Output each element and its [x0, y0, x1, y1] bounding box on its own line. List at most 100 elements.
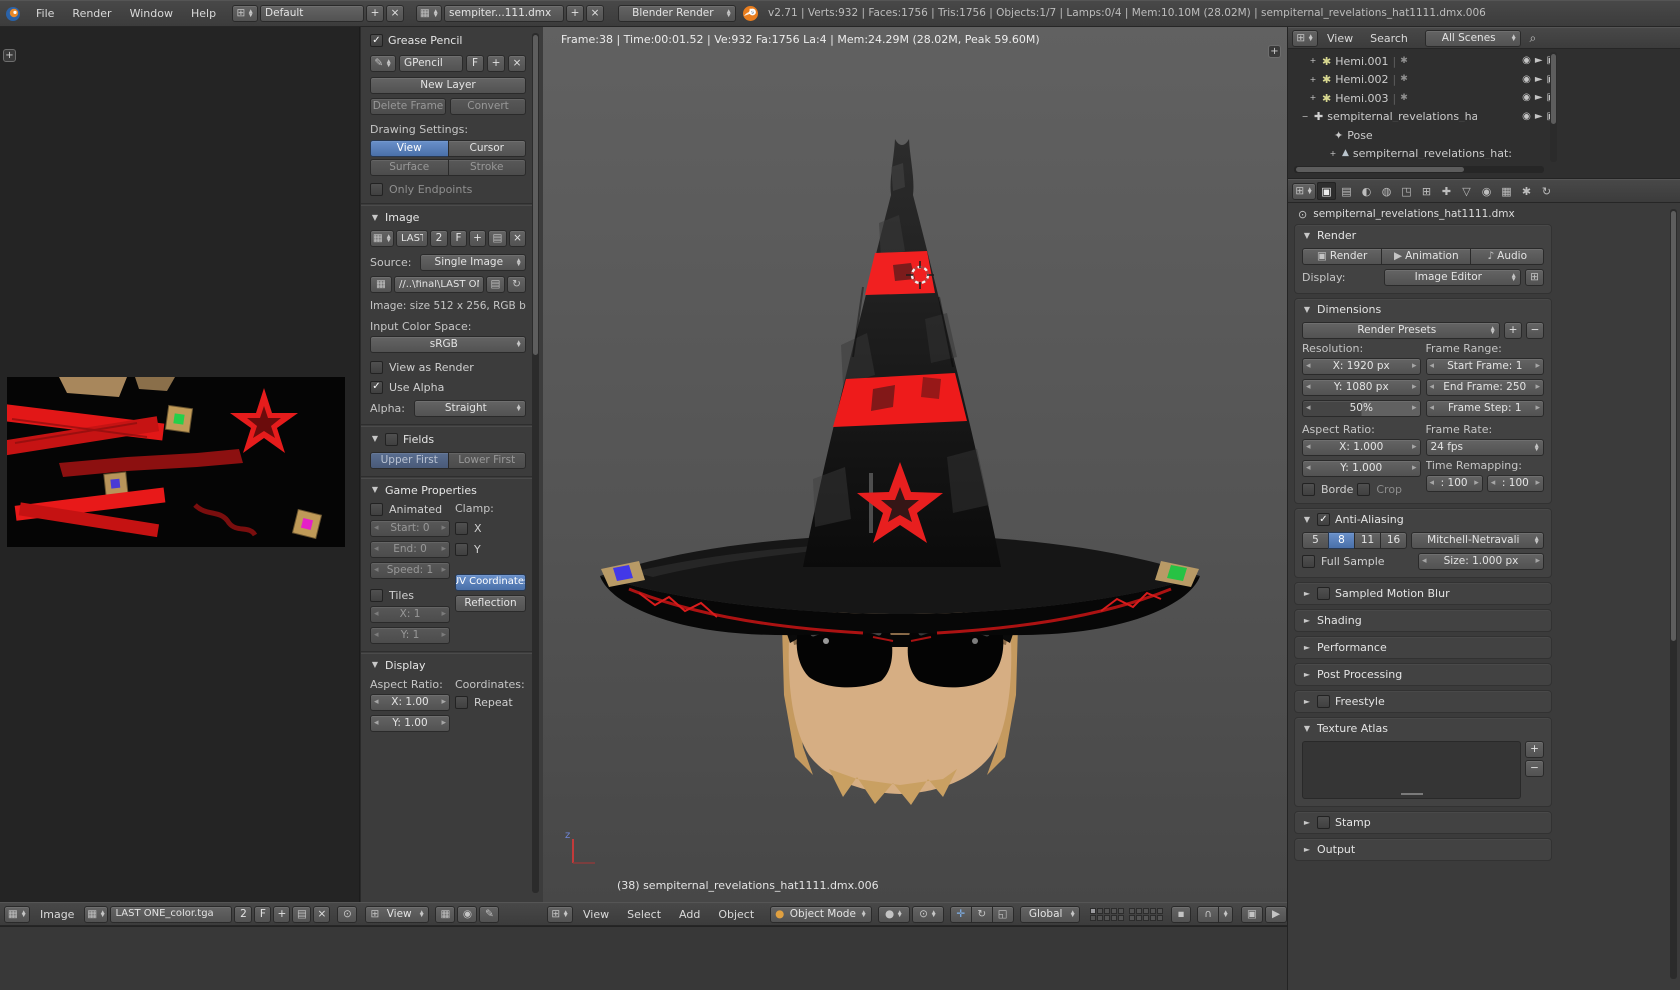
gp-stroke-placement-surface-toggle[interactable]: Surface: [370, 159, 449, 176]
scrollbar-thumb[interactable]: [1296, 167, 1464, 172]
display-channels-rgb-button[interactable]: ▦: [435, 906, 455, 923]
select-menu[interactable]: Select: [619, 903, 669, 925]
image-source-select[interactable]: Single Image: [420, 254, 526, 271]
layers-left-group[interactable]: [1090, 908, 1124, 921]
tab-physics[interactable]: ↻: [1537, 182, 1556, 200]
new-layer-button[interactable]: New Layer: [370, 77, 526, 94]
anim-end-field[interactable]: ◂End: 0▸: [370, 541, 450, 558]
performance-panel-header[interactable]: ► Performance: [1295, 637, 1551, 658]
delete-frame-button[interactable]: Delete Frame: [370, 98, 446, 115]
image-menu[interactable]: Image: [32, 903, 82, 925]
editor-type-select[interactable]: ▦: [4, 906, 30, 923]
full-sample-checkbox[interactable]: [1302, 555, 1315, 568]
display-channels-alpha-button[interactable]: ◉: [457, 906, 477, 923]
tiles-checkbox[interactable]: [370, 589, 383, 602]
outliner-item-lamp[interactable]: + ✱ Hemi.003 | ✱ ◉►▣: [1294, 89, 1556, 108]
snap-toggle[interactable]: ∩: [1197, 906, 1219, 923]
shading-panel-header[interactable]: ► Shading: [1295, 610, 1551, 631]
anti-aliasing-checkbox[interactable]: ✓: [1317, 513, 1330, 526]
image-fake-user-button[interactable]: F: [254, 906, 271, 923]
scrollbar-thumb[interactable]: [533, 35, 538, 355]
eye-icon[interactable]: ◉: [1522, 93, 1531, 103]
end-frame-field[interactable]: ◂End Frame: 250▸: [1426, 379, 1545, 396]
only-endpoints-checkbox[interactable]: [370, 183, 383, 196]
gpencil-name-field[interactable]: GPencil: [399, 55, 463, 72]
display-panel-header[interactable]: ▼ Display: [370, 660, 526, 671]
view-as-render-checkbox[interactable]: [370, 361, 383, 374]
render-panel-header[interactable]: ▼ Render: [1295, 225, 1551, 246]
scene-add-button[interactable]: +: [566, 5, 584, 22]
tiles-x-field[interactable]: ◂X: 1▸: [370, 606, 450, 623]
filepath-browse-button[interactable]: ▤: [486, 276, 505, 293]
image-name-field[interactable]: LAST ONE_color.tga: [110, 906, 232, 923]
menu-render[interactable]: Render: [64, 1, 119, 26]
selectable-icon[interactable]: ►: [1535, 93, 1543, 103]
fields-upper-first-toggle[interactable]: Upper First: [370, 452, 449, 469]
manipulator-translate-toggle[interactable]: ✛: [950, 906, 972, 923]
aa-samples-8-toggle[interactable]: 8: [1328, 532, 1355, 549]
sampled-motion-blur-header[interactable]: ► Sampled Motion Blur: [1295, 583, 1551, 604]
render-animation-button[interactable]: ▶Animation: [1381, 248, 1471, 265]
render-engine-select[interactable]: Blender Render: [618, 5, 736, 22]
preset-add-button[interactable]: +: [1504, 322, 1522, 339]
list-resize-grip[interactable]: [1401, 793, 1423, 795]
scrollbar-thumb[interactable]: [1671, 211, 1676, 641]
image-name-field[interactable]: LAST ON: [396, 230, 428, 247]
eye-icon[interactable]: ◉: [1522, 112, 1531, 122]
manipulator-scale-toggle[interactable]: ◱: [992, 906, 1014, 923]
image-filepath-field[interactable]: //..\final\LAST ONE_co...: [394, 276, 484, 293]
resolution-x-field[interactable]: ◂X: 1920 px▸: [1302, 358, 1421, 375]
freestyle-checkbox[interactable]: [1317, 695, 1330, 708]
region-expand-icon[interactable]: +: [1268, 45, 1281, 58]
add-menu[interactable]: Add: [671, 903, 708, 925]
scrollbar-thumb[interactable]: [1551, 54, 1556, 124]
grease-pencil-panel-header[interactable]: ✓ Grease Pencil: [370, 34, 526, 47]
screen-layout-delete-button[interactable]: ×: [386, 5, 404, 22]
screen-layout-name-field[interactable]: Default: [260, 5, 364, 22]
scene-name-field[interactable]: sempiter...111.dmx: [444, 5, 564, 22]
3d-viewport[interactable]: Frame:38 | Time:00:01.52 | Ve:932 Fa:175…: [543, 27, 1287, 902]
viewport-shading-select[interactable]: ●: [878, 906, 910, 923]
image-open-button[interactable]: ▤: [292, 906, 311, 923]
selectable-icon[interactable]: ►: [1535, 75, 1543, 85]
image-reload-button[interactable]: ↻: [507, 276, 526, 293]
game-properties-panel-header[interactable]: ▼ Game Properties: [370, 485, 526, 496]
gp-stroke-placement-stroke-toggle[interactable]: Stroke: [448, 159, 527, 176]
opengl-render-button[interactable]: ▣: [1241, 906, 1263, 923]
gp-stroke-placement-view-toggle[interactable]: View: [370, 140, 449, 157]
image-new-button[interactable]: +: [469, 230, 486, 247]
sampled-motion-blur-checkbox[interactable]: [1317, 587, 1330, 600]
expand-icon[interactable]: +: [1308, 76, 1318, 84]
grease-pencil-checkbox[interactable]: ✓: [370, 34, 383, 47]
stamp-panel-header[interactable]: ► Stamp: [1295, 812, 1551, 833]
pivot-point-select[interactable]: ⊙: [912, 906, 944, 923]
editor-type-select[interactable]: ⊞: [1292, 30, 1318, 47]
image-unlink-button[interactable]: ×: [509, 230, 526, 247]
texture-atlas-panel-header[interactable]: ▼ Texture Atlas: [1295, 718, 1551, 739]
outliner-hscrollbar[interactable]: [1294, 166, 1544, 173]
crop-checkbox[interactable]: [1357, 483, 1370, 496]
image-users-button[interactable]: 2: [430, 230, 448, 247]
blender-app-icon[interactable]: [0, 6, 26, 22]
panel-scrollbar[interactable]: [532, 33, 539, 893]
aa-samples-5-toggle[interactable]: 5: [1302, 532, 1329, 549]
render-button[interactable]: ▣Render: [1302, 248, 1382, 265]
display-aspect-x-field[interactable]: ◂X: 1.00▸: [370, 694, 450, 711]
tab-render-layers[interactable]: ▤: [1337, 182, 1356, 200]
image-panel-header[interactable]: ▼ Image: [370, 212, 526, 223]
region-expand-icon[interactable]: +: [3, 49, 16, 62]
expand-icon[interactable]: +: [1328, 150, 1338, 158]
editor-type-select[interactable]: ⊞: [547, 906, 573, 923]
color-space-select[interactable]: sRGB: [370, 336, 526, 353]
render-audio-button[interactable]: ♪Audio: [1470, 248, 1544, 265]
layers-right-group[interactable]: [1129, 908, 1163, 921]
image-fake-user-button[interactable]: F: [450, 230, 467, 247]
uv-view-select[interactable]: ⊞View: [365, 906, 429, 923]
render-display-select[interactable]: Image Editor: [1384, 269, 1521, 286]
new-window-button[interactable]: ⊞: [1525, 269, 1544, 286]
anim-speed-field[interactable]: ◂Speed: 1▸: [370, 562, 450, 579]
reflection-toggle[interactable]: Reflection: [455, 595, 526, 612]
image-paint-button[interactable]: ✎: [479, 906, 499, 923]
freestyle-panel-header[interactable]: ► Freestyle: [1295, 691, 1551, 712]
mode-select[interactable]: ●Object Mode: [770, 906, 872, 923]
